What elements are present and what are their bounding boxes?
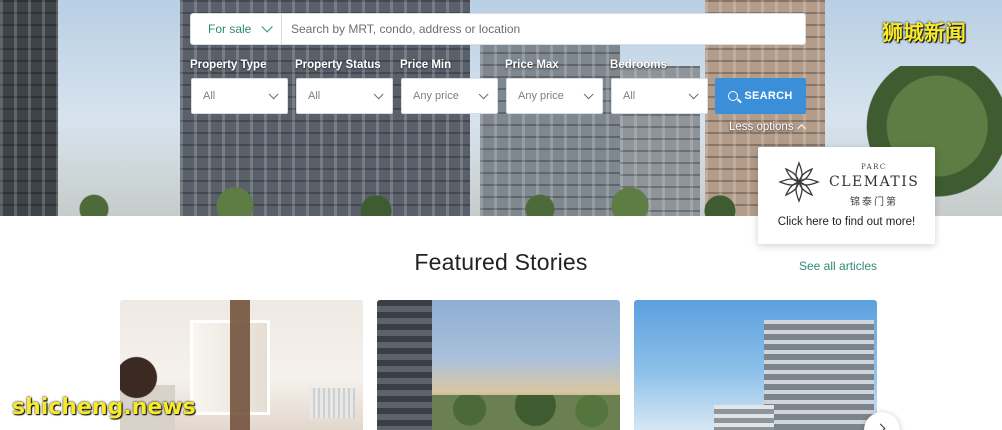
listing-type-label: For sale: [208, 22, 252, 36]
story-1-heater: [310, 388, 355, 418]
tree-line: [0, 182, 470, 216]
see-all-articles-link[interactable]: See all articles: [799, 259, 877, 273]
watermark-chinese: 狮城新闻: [882, 21, 966, 45]
story-card-2[interactable]: [377, 300, 620, 430]
story-2-tree-line: [432, 395, 620, 430]
filter-label-price-max: Price Max: [505, 59, 559, 71]
price-min-select[interactable]: Any price: [401, 78, 498, 114]
clematis-flower-logo-icon: [778, 161, 820, 203]
less-options-link[interactable]: Less options: [729, 121, 806, 133]
story-1-curtain: [230, 300, 250, 430]
filter-label-property-status: Property Status: [295, 59, 381, 71]
search-icon: [728, 91, 739, 101]
chevron-down-icon: [478, 88, 489, 99]
search-button-label: SEARCH: [744, 90, 793, 102]
search-button[interactable]: SEARCH: [715, 78, 806, 114]
story-3-building-main: [764, 320, 874, 430]
less-options-label: Less options: [729, 121, 794, 133]
filter-label-property-type: Property Type: [190, 59, 267, 71]
tree-line-right: [480, 182, 780, 216]
chevron-right-icon: [875, 423, 886, 430]
price-max-select[interactable]: Any price: [506, 78, 603, 114]
story-card-3[interactable]: [634, 300, 877, 430]
chevron-down-icon: [583, 88, 594, 99]
chevron-up-icon: [796, 124, 806, 133]
ad-brand-name: CLEMATIS: [829, 174, 920, 190]
bedrooms-select[interactable]: All: [611, 78, 708, 114]
ad-prefix: PARC: [861, 163, 887, 171]
property-status-value: All: [308, 90, 321, 102]
watermark-english: shicheng.news: [12, 395, 196, 420]
filter-label-bedrooms: Bedrooms: [610, 59, 667, 71]
filter-label-price-min: Price Min: [400, 59, 452, 71]
price-min-value: Any price: [413, 90, 459, 102]
bedrooms-value: All: [623, 90, 636, 102]
chevron-down-icon: [268, 88, 279, 99]
listing-type-dropdown[interactable]: For sale: [190, 13, 282, 45]
property-status-select[interactable]: All: [296, 78, 393, 114]
property-type-select[interactable]: All: [191, 78, 288, 114]
story-2-tower: [377, 300, 432, 430]
story-3-building-small: [714, 405, 774, 430]
search-input[interactable]: [282, 13, 806, 45]
ad-chinese-name: 锦泰门第: [850, 197, 898, 208]
parc-clematis-ad[interactable]: PARC CLEMATIS 锦泰门第 Click here to find ou…: [758, 147, 935, 244]
chevron-down-icon: [261, 21, 274, 33]
chevron-down-icon: [688, 88, 699, 99]
price-max-value: Any price: [518, 90, 564, 102]
ad-cta-text[interactable]: Click here to find out more!: [758, 216, 935, 228]
chevron-down-icon: [373, 88, 384, 99]
property-type-value: All: [203, 90, 216, 102]
